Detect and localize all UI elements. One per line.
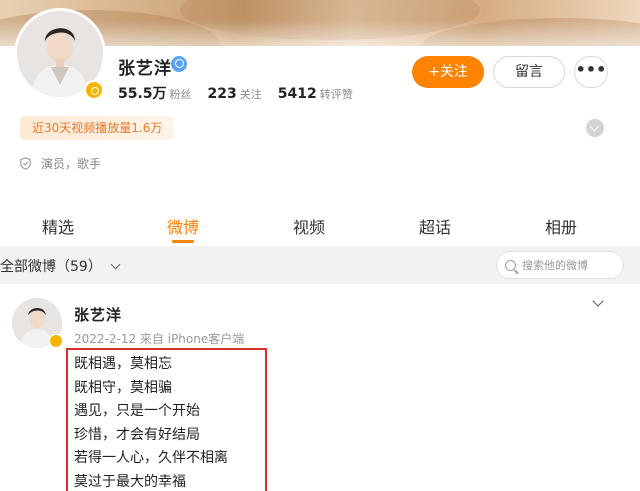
vip-badge-icon bbox=[84, 80, 104, 100]
filter-bar: 全部微博（59） bbox=[0, 246, 640, 284]
following-label[interactable]: 关注 bbox=[240, 86, 262, 102]
tab-featured[interactable]: 精选 bbox=[42, 214, 74, 238]
tab-weibo[interactable]: 微博 bbox=[167, 214, 199, 238]
tab-supertopic[interactable]: 超话 bbox=[419, 214, 451, 238]
tab-video[interactable]: 视频 bbox=[293, 214, 325, 238]
fans-count[interactable]: 55.5万 bbox=[118, 83, 167, 103]
all-weibo-label: 全部微博（59） bbox=[0, 259, 102, 275]
search-icon bbox=[505, 259, 516, 271]
active-tab-indicator bbox=[172, 240, 194, 243]
follow-button[interactable]: +关注 bbox=[412, 56, 484, 88]
post-line: 珍惜，才会有好结局 bbox=[74, 426, 200, 443]
post-text: 既相遇，莫相忘 既相守，莫相骗 遇见，只是一个开始 珍惜，才会有好结局 若得一人… bbox=[74, 353, 228, 491]
post-author-name[interactable]: 张艺洋 bbox=[74, 304, 122, 325]
interactions-label: 转评赞 bbox=[319, 88, 353, 101]
profile-tabs: 精选 微博 视频 超话 相册 bbox=[0, 200, 640, 246]
profile-name: 张艺洋 bbox=[118, 59, 172, 79]
roles-text: 演员，歌手 bbox=[41, 157, 102, 171]
more-dots-icon[interactable]: ••• bbox=[574, 56, 608, 88]
post-line: 莫过于最大的幸福 bbox=[74, 473, 186, 490]
vip-badge-icon bbox=[49, 334, 63, 348]
post-line: 既相遇，莫相忘 bbox=[74, 356, 172, 372]
verified-icon bbox=[171, 56, 187, 72]
fans-label[interactable]: 粉丝 bbox=[170, 86, 192, 102]
profile-roles: 演员，歌手 bbox=[20, 155, 101, 172]
profile-stats: 55.5万 粉丝 223 关注 5412 转评赞 bbox=[118, 83, 369, 103]
search-input[interactable] bbox=[522, 258, 616, 272]
message-button[interactable]: 留言 bbox=[493, 56, 565, 88]
interactions-count: 5412 bbox=[277, 86, 317, 102]
chevron-down-icon[interactable] bbox=[586, 119, 604, 137]
weibo-search[interactable] bbox=[496, 251, 624, 279]
all-weibo-dropdown[interactable]: 全部微博（59） bbox=[0, 256, 121, 276]
post-line: 若得一人心，久伴不相离 bbox=[74, 450, 228, 466]
shield-icon bbox=[20, 157, 31, 170]
post-line: 遇见，只是一个开始 bbox=[74, 403, 200, 419]
video-play-count-tag: 近30天视频播放量1.6万 bbox=[20, 116, 175, 140]
chevron-down-icon[interactable] bbox=[592, 295, 604, 307]
following-count[interactable]: 223 bbox=[208, 86, 237, 102]
post-meta: 2022-2-12 来自 iPhone客户端 bbox=[74, 332, 245, 346]
post-line: 既相守，莫相骗 bbox=[74, 379, 172, 396]
tab-album[interactable]: 相册 bbox=[545, 214, 577, 238]
chevron-down-icon bbox=[110, 259, 121, 269]
